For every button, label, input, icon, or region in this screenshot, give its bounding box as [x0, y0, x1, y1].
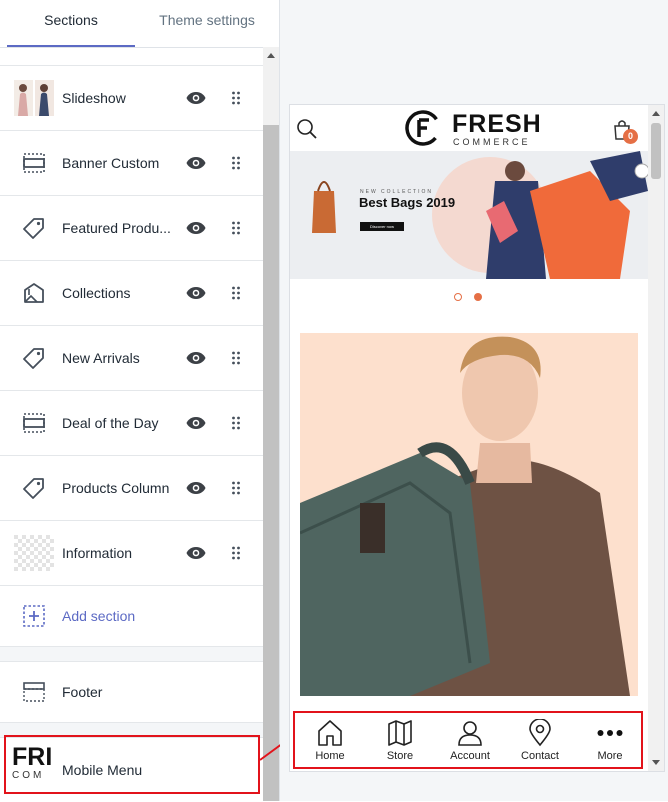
hero-photo — [300, 333, 638, 696]
more-dots-icon — [597, 730, 623, 736]
preview-scrollbar[interactable] — [648, 105, 664, 771]
nav-item-account[interactable]: Account — [435, 713, 505, 767]
drag-handle-icon[interactable] — [230, 220, 242, 236]
store-logo[interactable]: FRESH COMMERCE — [404, 108, 544, 148]
map-icon — [388, 720, 412, 746]
nav-label: Account — [450, 750, 490, 762]
banner-icon — [14, 145, 54, 181]
tag-icon — [14, 340, 54, 376]
logo-mark-icon — [405, 110, 441, 146]
banner-icon — [14, 405, 54, 441]
scroll-thumb[interactable] — [263, 125, 279, 801]
eye-icon[interactable] — [186, 545, 206, 561]
section-item-information[interactable]: Information — [0, 521, 263, 586]
scroll-up-arrow-icon[interactable] — [652, 111, 660, 116]
nav-item-more[interactable]: More — [575, 713, 645, 767]
logo-main-text: FRESH — [452, 110, 542, 138]
section-label: Information — [62, 545, 133, 561]
section-item-products-column[interactable]: Products Column — [0, 456, 263, 521]
section-item-footer[interactable]: Footer — [0, 662, 263, 723]
banner-title: Best Bags 2019 — [359, 195, 456, 210]
tag-icon — [14, 210, 54, 246]
section-item-new-arrivals[interactable]: New Arrivals — [0, 326, 263, 391]
logo-sub-text: COMMERCE — [453, 137, 531, 147]
section-label: Products Column — [62, 480, 170, 496]
section-label: Featured Produ... — [62, 220, 171, 236]
drag-handle-icon[interactable] — [230, 545, 242, 561]
slideshow-banner[interactable]: NEW COLLECTION Best Bags 2019 Discover n… — [290, 151, 648, 279]
section-label: Banner Custom — [62, 155, 160, 171]
mobile-preview-frame: FRESH COMMERCE 0 NEW COLLECTION Best Bag… — [289, 104, 665, 772]
footer-icon — [14, 674, 54, 710]
user-icon — [458, 721, 482, 746]
slide-dot[interactable] — [454, 293, 462, 301]
eye-icon[interactable] — [186, 285, 206, 301]
nav-item-home[interactable]: Home — [295, 713, 365, 767]
nav-label: More — [597, 750, 623, 762]
scroll-down-arrow-icon[interactable] — [652, 760, 660, 765]
image-placeholder — [14, 535, 54, 571]
drag-handle-icon[interactable] — [230, 415, 242, 431]
nav-label: Contact — [521, 750, 559, 762]
scroll-thumb[interactable] — [651, 123, 661, 179]
add-section-label: Add section — [62, 608, 136, 624]
section-item-featured-products[interactable]: Featured Produ... — [0, 196, 263, 261]
section-label: Collections — [62, 285, 131, 301]
drag-handle-icon[interactable] — [230, 350, 242, 366]
section-item-slideshow[interactable]: Slideshow — [0, 66, 263, 131]
section-divider — [0, 647, 263, 662]
section-item-banner-custom[interactable]: Banner Custom — [0, 131, 263, 196]
nav-label: Store — [386, 750, 414, 762]
section-label: Slideshow — [62, 90, 126, 106]
tab-theme-settings[interactable]: Theme settings — [135, 0, 279, 47]
slide-dot-active[interactable] — [474, 293, 482, 301]
drag-handle-icon[interactable] — [230, 155, 242, 171]
section-label: Deal of the Day — [62, 415, 159, 431]
eye-icon[interactable] — [186, 350, 206, 366]
tag-icon — [14, 470, 54, 506]
section-item-deal-of-the-day[interactable]: Deal of the Day — [0, 391, 263, 456]
section-label: New Arrivals — [62, 350, 140, 366]
tab-sections[interactable]: Sections — [7, 0, 135, 47]
eye-icon[interactable] — [186, 220, 206, 236]
slideshow-thumbnail — [14, 80, 54, 116]
collections-icon — [14, 275, 54, 311]
sidebar-scrollbar[interactable] — [263, 47, 279, 801]
drag-handle-icon[interactable] — [230, 480, 242, 496]
nav-item-store[interactable]: Store — [365, 713, 435, 767]
section-label: Footer — [62, 684, 103, 700]
sections-list: Slideshow Banner Custom Featured Produ..… — [0, 65, 263, 802]
banner-cta-button[interactable]: Discover now — [360, 222, 404, 231]
eye-icon[interactable] — [186, 415, 206, 431]
store-header: FRESH COMMERCE 0 — [290, 105, 648, 151]
tab-bar: Sections Theme settings — [0, 0, 279, 48]
drag-handle-icon[interactable] — [230, 285, 242, 301]
cart-count-badge: 0 — [623, 129, 638, 144]
search-icon[interactable] — [296, 118, 318, 140]
add-section-icon — [14, 598, 54, 634]
banner-image — [290, 151, 648, 279]
eye-icon[interactable] — [186, 90, 206, 106]
location-pin-icon — [529, 719, 551, 747]
nav-label: Home — [315, 750, 345, 762]
mobile-bottom-nav: Home Store Account Contact More — [293, 711, 643, 769]
section-item-collections[interactable]: Collections — [0, 261, 263, 326]
nav-item-contact[interactable]: Contact — [505, 713, 575, 767]
eye-icon[interactable] — [186, 480, 206, 496]
add-section-button[interactable]: Add section — [0, 586, 263, 647]
home-icon — [318, 720, 342, 746]
eye-icon[interactable] — [186, 155, 206, 171]
scroll-up-arrow-icon[interactable] — [267, 53, 275, 58]
mobile-menu-highlight — [4, 735, 260, 794]
drag-handle-icon[interactable] — [230, 90, 242, 106]
product-hero-image[interactable] — [300, 333, 638, 696]
editor-sidebar: Sections Theme settings Slideshow Banner… — [0, 0, 280, 802]
